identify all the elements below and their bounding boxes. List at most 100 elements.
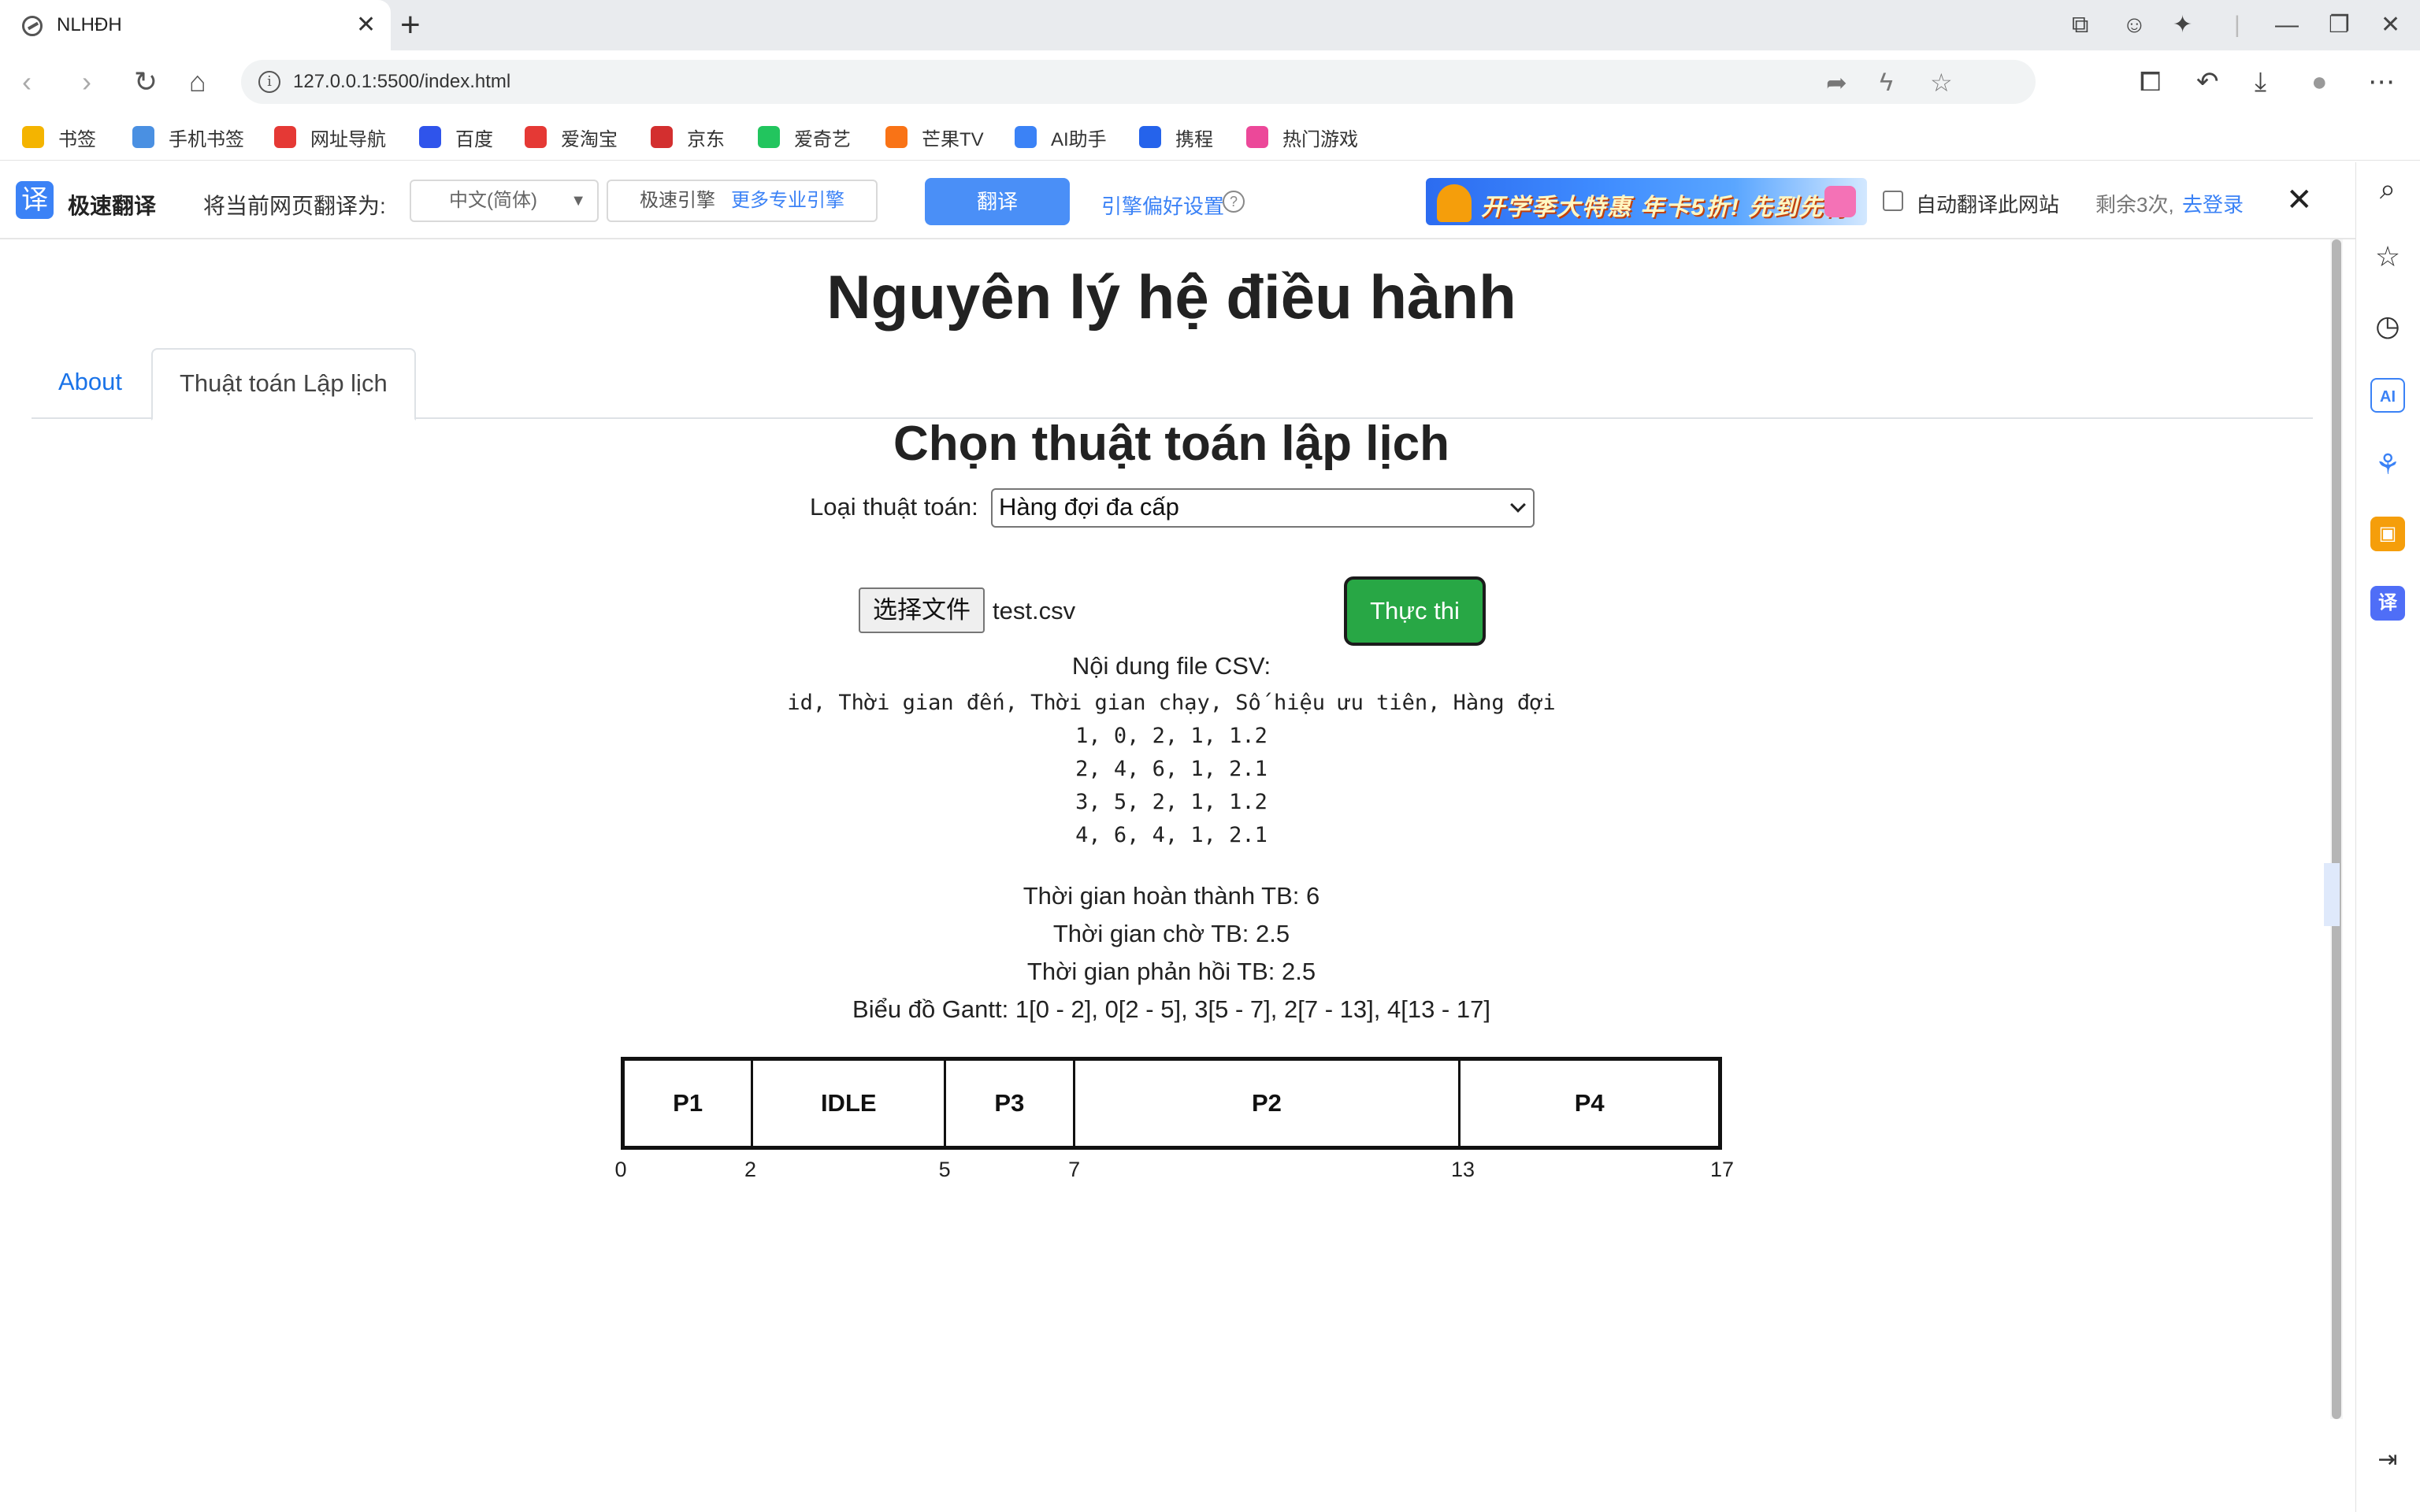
- undo-history-icon[interactable]: ↶: [2196, 66, 2219, 98]
- download-icon[interactable]: ⤓: [2255, 66, 2266, 98]
- bookmark-item[interactable]: 京东: [651, 121, 725, 153]
- choose-file-button[interactable]: 选择文件: [859, 587, 985, 633]
- tab-about[interactable]: About: [32, 348, 149, 419]
- bookmark-item[interactable]: 携程: [1139, 121, 1213, 153]
- address-toolbar: ‹ › ↻ ⌂ i 127.0.0.1:5500/index.html ➦ ϟ …: [0, 50, 2420, 113]
- target-language-select[interactable]: 中文(简体) ▼: [410, 180, 599, 222]
- bookmark-item[interactable]: 手机书签: [132, 121, 244, 153]
- extensions-icon[interactable]: ✦: [2173, 11, 2192, 39]
- tab-title: NLHĐH: [57, 14, 122, 35]
- gantt-segment-p3: P3: [946, 1061, 1075, 1146]
- help-icon[interactable]: ?: [1223, 191, 1245, 213]
- bookmark-label: 芒果TV: [922, 128, 984, 150]
- history-clock-icon[interactable]: ◷: [2370, 309, 2405, 343]
- star-icon: [22, 126, 44, 148]
- engine-preferences-link[interactable]: 引擎偏好设置: [1101, 191, 1224, 220]
- search-icon[interactable]: ⌕: [2370, 172, 2405, 206]
- gantt-tick-label: 13: [1451, 1158, 1475, 1181]
- auto-translate-checkbox[interactable]: [1883, 191, 1903, 211]
- share-icon[interactable]: ➦: [1826, 68, 1847, 98]
- csv-line: 2, 4, 6, 1, 2.1: [1075, 757, 1268, 781]
- csv-line: 4, 6, 4, 1, 2.1: [1075, 823, 1268, 847]
- gantt-segment-p2: P2: [1075, 1061, 1461, 1146]
- bookmark-item[interactable]: 芒果TV: [885, 121, 984, 153]
- translation-bar: 译 极速翻译 将当前网页翻译为: 中文(简体) ▼ 极速引擎 更多专业引擎 翻译…: [0, 162, 2371, 239]
- translate-logo-icon: 译: [16, 181, 54, 219]
- mango-tv-icon: [885, 126, 908, 148]
- csv-title: Nội dung file CSV:: [1071, 652, 1271, 680]
- gantt-tick-label: 0: [614, 1158, 627, 1181]
- maximize-icon[interactable]: ❐: [2329, 11, 2350, 39]
- bookmark-item[interactable]: AI助手: [1015, 121, 1107, 153]
- avg-completion-time: Thời gian hoàn thành TB: 6: [1023, 882, 1320, 910]
- avg-response-time: Thời gian phản hồi TB: 2.5: [1026, 958, 1316, 985]
- gantt-tick-label: 5: [938, 1158, 951, 1181]
- gantt-tick-label: 7: [1068, 1158, 1081, 1181]
- bookmark-item[interactable]: 书签: [22, 121, 96, 153]
- reload-icon[interactable]: ↻: [134, 65, 158, 99]
- home-icon[interactable]: ⌂: [189, 65, 206, 99]
- minimize-icon[interactable]: —: [2275, 11, 2299, 39]
- engine-label[interactable]: 极速引擎: [640, 181, 715, 220]
- back-icon[interactable]: ‹: [22, 65, 32, 99]
- url-text[interactable]: 127.0.0.1:5500/index.html: [293, 71, 510, 93]
- language-value: 中文(简体): [449, 190, 537, 211]
- algorithm-select[interactable]: Hàng đợi đa cấp: [991, 488, 1535, 528]
- bookmark-item[interactable]: 百度: [419, 121, 493, 153]
- translate-brand: 极速翻译: [68, 194, 157, 218]
- ai-assistant-icon: [1015, 126, 1037, 148]
- incognito-icon[interactable]: ☺: [2122, 11, 2147, 39]
- flash-icon[interactable]: ϟ: [1880, 68, 1893, 97]
- site-favicon-icon: [22, 16, 43, 36]
- ai-icon[interactable]: AI: [2370, 378, 2405, 413]
- gantt-chart: P1 IDLE P3 P2 P4: [621, 1057, 1722, 1150]
- forward-icon[interactable]: ›: [82, 65, 91, 99]
- promo-banner[interactable]: 开学季大特惠 年卡5折! 先到先得: [1426, 178, 1867, 225]
- bookmark-label: 爱奇艺: [794, 128, 851, 150]
- translate-side-icon[interactable]: 译: [2370, 586, 2405, 621]
- bookmark-item[interactable]: 网址导航: [274, 121, 386, 153]
- site-info-icon[interactable]: i: [258, 71, 280, 93]
- new-tab-icon[interactable]: +: [400, 6, 421, 44]
- caret-down-icon: ▼: [570, 192, 586, 209]
- tab-count-icon[interactable]: ⧉: [2072, 11, 2088, 39]
- gantt-segment-p4: P4: [1574, 1089, 1605, 1117]
- run-button[interactable]: Thực thi: [1344, 576, 1486, 646]
- window-close-icon[interactable]: ✕: [2381, 11, 2400, 39]
- gamepad-icon[interactable]: ⚘: [2370, 447, 2405, 482]
- section-title: Chọn thuật toán lập lịch: [893, 417, 1450, 471]
- profile-avatar-icon[interactable]: ●: [2311, 66, 2328, 98]
- more-engines-link[interactable]: 更多专业引擎: [731, 181, 844, 220]
- bookmark-item[interactable]: 爱奇艺: [758, 121, 851, 153]
- algorithm-selected-value: Hàng đợi đa cấp: [999, 493, 1179, 521]
- toolbox-icon[interactable]: ▣: [2370, 517, 2405, 551]
- login-link[interactable]: 去登录: [2182, 189, 2244, 218]
- engine-selector[interactable]: 极速引擎 更多专业引擎: [607, 180, 878, 222]
- bookmark-item[interactable]: 热门游戏: [1246, 121, 1358, 153]
- iqiyi-icon: [758, 126, 780, 148]
- nav-site-icon: [274, 126, 296, 148]
- tab-close-icon[interactable]: ✕: [356, 9, 376, 41]
- csv-line: 3, 5, 2, 1, 1.2: [1075, 790, 1268, 814]
- csv-line: 1, 0, 2, 1, 1.2: [1075, 724, 1268, 748]
- collapse-panel-icon[interactable]: ⇥: [2370, 1443, 2405, 1477]
- bookmark-label: AI助手: [1051, 128, 1107, 150]
- chevron-down-icon: [1510, 497, 1526, 513]
- favorites-star-icon[interactable]: ☆: [2370, 239, 2405, 274]
- browser-tab[interactable]: NLHĐH ✕: [0, 0, 391, 50]
- menu-more-icon[interactable]: ⋯: [2368, 66, 2395, 98]
- close-translation-bar-icon[interactable]: ✕: [2286, 183, 2313, 217]
- address-bar[interactable]: i 127.0.0.1:5500/index.html ➦ ϟ ☆: [241, 60, 2036, 104]
- algorithm-row: Loại thuật toán: Hàng đợi đa cấp: [0, 488, 2343, 528]
- games-icon: [1246, 126, 1268, 148]
- gantt-tick-label: 17: [1709, 1158, 1735, 1181]
- bookmark-label: 携程: [1175, 128, 1213, 150]
- bookmark-star-icon[interactable]: ☆: [1930, 68, 1953, 98]
- tab-scheduling-algorithm[interactable]: Thuật toán Lập lịch: [151, 348, 416, 421]
- bookmark-item[interactable]: 爱淘宝: [525, 121, 618, 153]
- bookmark-label: 百度: [455, 128, 493, 150]
- translate-button[interactable]: 翻译: [925, 178, 1070, 225]
- mobile-bookmark-icon: [132, 126, 154, 148]
- extensions-puzzle-icon[interactable]: ⧠: [2140, 66, 2161, 98]
- bookmark-label: 书签: [58, 128, 96, 150]
